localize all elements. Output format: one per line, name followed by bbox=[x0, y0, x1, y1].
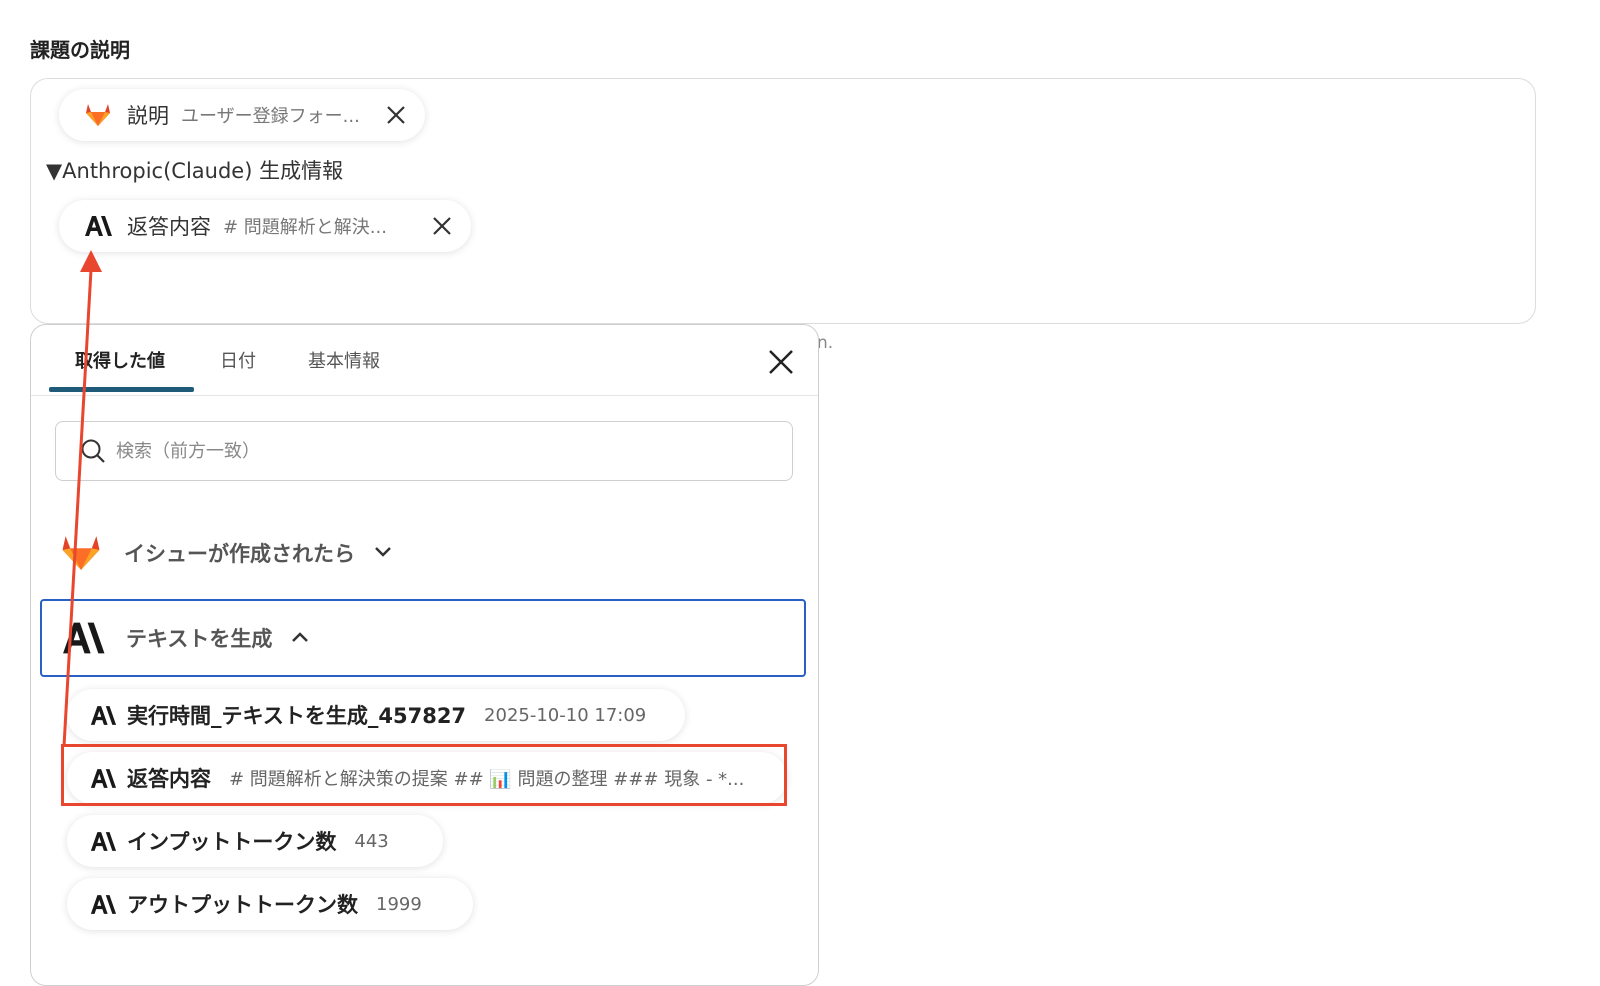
search-icon bbox=[81, 439, 105, 463]
description-pill[interactable]: 説明 ユーザー登録フォー... bbox=[59, 89, 425, 141]
tab-bar: 取得した値 日付 基本情報 bbox=[31, 325, 818, 396]
field-label: 課題の説明 bbox=[30, 38, 130, 62]
list-item-input-tokens[interactable]: インプットトークン数 443 bbox=[67, 815, 443, 867]
anthropic-icon bbox=[89, 894, 119, 915]
anthropic-icon bbox=[58, 621, 108, 655]
aside-text: n. bbox=[817, 333, 834, 353]
close-icon[interactable] bbox=[383, 102, 409, 128]
tab-date[interactable]: 日付 bbox=[220, 347, 256, 373]
description-pill-label: 説明 bbox=[127, 104, 169, 128]
gitlab-icon bbox=[83, 103, 113, 127]
gitlab-icon bbox=[56, 534, 106, 572]
group-issue-created[interactable]: イシューが作成されたら bbox=[40, 514, 806, 592]
list-item-output-tokens[interactable]: アウトプットトークン数 1999 bbox=[67, 878, 473, 930]
tab-basic-info[interactable]: 基本情報 bbox=[308, 347, 380, 373]
response-pill-value: # 問題解析と解決... bbox=[223, 217, 387, 238]
tab-acquired-values[interactable]: 取得した値 bbox=[75, 347, 165, 373]
anthropic-icon bbox=[83, 215, 113, 237]
close-icon[interactable] bbox=[766, 347, 796, 377]
list-item-response-content[interactable]: 返答内容 # 問題解析と解決策の提案 ## 📊 問題の整理 ### 現象 - *… bbox=[67, 752, 787, 804]
list-item-execution-time[interactable]: 実行時間_テキストを生成_457827 2025-10-10 17:09 bbox=[67, 689, 685, 741]
item-label: インプットトークン数 bbox=[127, 830, 337, 854]
group-label: イシューが作成されたら bbox=[124, 542, 355, 566]
close-icon[interactable] bbox=[429, 213, 455, 239]
item-value: 443 bbox=[354, 830, 389, 852]
item-value: 1999 bbox=[376, 893, 422, 915]
group-generate-text[interactable]: テキストを生成 bbox=[40, 599, 806, 677]
group-label: テキストを生成 bbox=[126, 627, 273, 651]
search-field[interactable] bbox=[55, 421, 793, 481]
response-pill-label: 返答内容 bbox=[127, 215, 211, 239]
active-tab-indicator bbox=[49, 387, 194, 392]
anthropic-icon bbox=[89, 705, 119, 726]
anthropic-icon bbox=[89, 831, 119, 852]
item-label: 返答内容 bbox=[127, 767, 211, 791]
item-value: # 問題解析と解決策の提案 ## 📊 問題の整理 ### 現象 - *... bbox=[229, 769, 745, 790]
item-label: 実行時間_テキストを生成_457827 bbox=[127, 704, 467, 728]
item-value: 2025-10-10 17:09 bbox=[484, 704, 647, 726]
search-input[interactable] bbox=[114, 439, 718, 463]
section-heading: ▼Anthropic(Claude) 生成情報 bbox=[46, 159, 344, 183]
description-pill-value: ユーザー登録フォー... bbox=[181, 106, 360, 127]
value-picker-panel: 取得した値 日付 基本情報 イシューが作成されたら bbox=[30, 324, 819, 986]
chevron-up-icon bbox=[290, 629, 310, 648]
chevron-down-icon bbox=[373, 544, 393, 563]
response-pill[interactable]: 返答内容 # 問題解析と解決... bbox=[59, 200, 471, 252]
item-label: アウトプットトークン数 bbox=[127, 893, 358, 917]
anthropic-icon bbox=[89, 768, 119, 789]
